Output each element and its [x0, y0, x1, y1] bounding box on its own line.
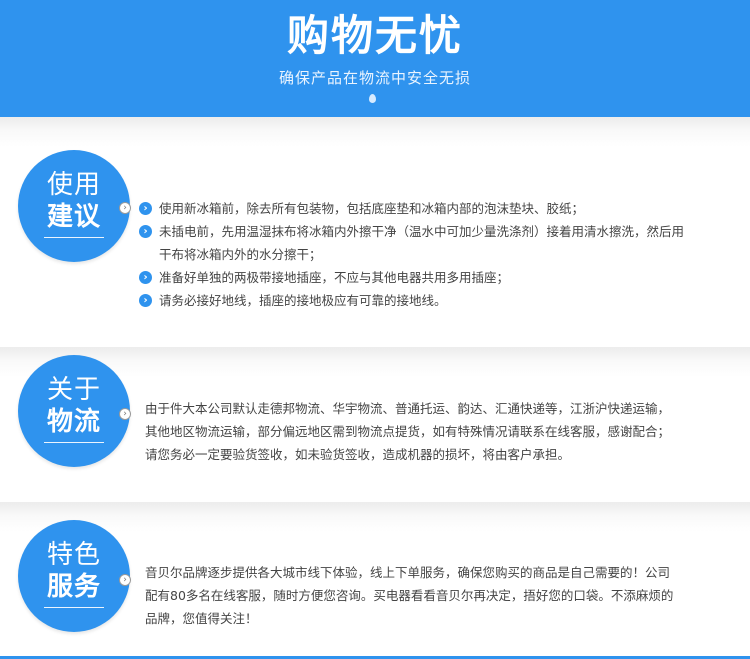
chevron-right-icon: ›	[119, 408, 131, 420]
badge-divider	[44, 607, 104, 608]
badge-divider	[44, 237, 104, 238]
badge-line2: 建议	[46, 202, 101, 232]
section-logistics: 关于 物流 › 由于件大本公司默认走德邦物流、华宇物流、普通托运、韵达、汇通快递…	[0, 347, 750, 502]
list-item: 未插电前，先用温湿抹布将冰箱内外擦干净（温水中可加少量洗涤剂）接着用清水擦洗，然…	[159, 224, 685, 239]
section-services: 特色 服务 › 音贝尔品牌逐步提供各大城市线下体验，线上下单服务，确保您购买的商…	[0, 502, 750, 656]
text-line: 请您务必一定要验货签收，如未验货签收，造成机器的损坏，将由客户承担。	[145, 447, 571, 462]
badge-line1: 使用	[46, 170, 101, 200]
list-item: 请务必接好地线，插座的接地极应有可靠的接地线。	[159, 293, 447, 308]
list-item: 使用新冰箱前，除去所有包装物，包括底座垫和冰箱内部的泡沫垫块、胶纸；	[159, 201, 585, 216]
page-subtitle: 确保产品在物流中安全无损	[278, 69, 471, 87]
list-item: 准备好单独的两极带接地插座，不应与其他电器共用多用插座；	[159, 270, 510, 285]
text-line: 音贝尔品牌逐步提供各大城市线下体验，线上下单服务，确保您购买的商品是自己需要的！…	[145, 565, 671, 580]
section-badge: 使用 建议	[18, 150, 130, 262]
list-item-continuation: 干布将冰箱内外的水分擦干；	[159, 247, 322, 262]
badge-line2: 服务	[46, 572, 101, 602]
section-usage-advice: 使用 建议 › › 使用新冰箱前，除去所有包装物，包括底座垫和冰箱内部的泡沫垫块…	[0, 117, 750, 347]
arrow-right-bullet-icon: ›	[139, 225, 152, 238]
badge-line1: 特色	[46, 540, 101, 570]
badge-divider	[44, 442, 104, 443]
page-title: 购物无忧	[286, 11, 463, 60]
section-badge: 特色 服务	[18, 520, 130, 632]
text-line: 其他地区物流运输，部分偏远地区需到物流点提货，如有特殊情况请联系在线客服，感谢配…	[145, 424, 671, 439]
badge-line2: 物流	[46, 407, 101, 437]
section-badge: 关于 物流	[18, 355, 130, 467]
arrow-right-bullet-icon: ›	[139, 294, 152, 307]
arrow-right-bullet-icon: ›	[139, 202, 152, 215]
chevron-right-icon: ›	[119, 574, 131, 586]
text-line: 配有80多名在线客服，随时方便您咨询。买电器看看音贝尔再决定，捂好您的口袋。不添…	[145, 588, 674, 603]
text-line: 品牌，您值得关注！	[145, 611, 258, 626]
header-banner: 购物无忧 确保产品在物流中安全无损	[0, 0, 750, 117]
badge-line1: 关于	[46, 375, 101, 405]
text-line: 由于件大本公司默认走德邦物流、华宇物流、普通托运、韵达、汇通快递等，江浙沪快递运…	[145, 401, 671, 416]
droplet-icon	[369, 94, 376, 103]
arrow-right-bullet-icon: ›	[139, 271, 152, 284]
chevron-right-icon: ›	[119, 202, 131, 214]
